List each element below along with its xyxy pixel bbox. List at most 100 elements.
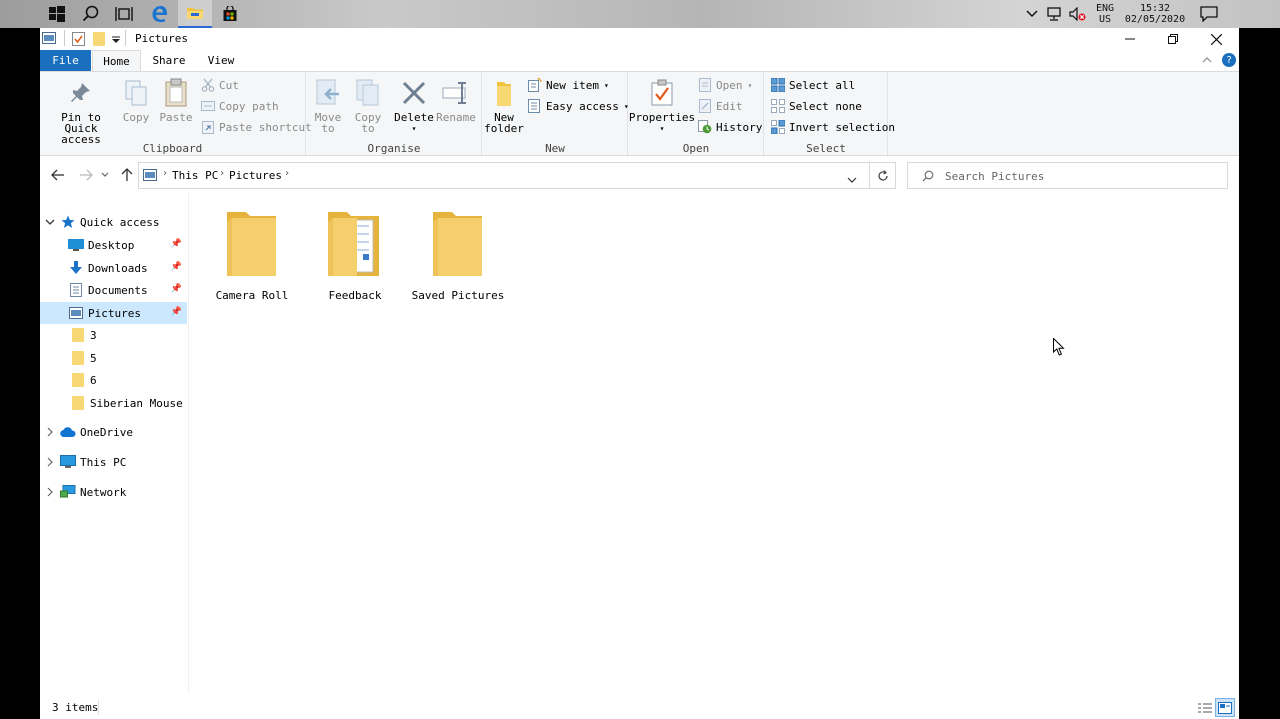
new-folder-button[interactable]: New folder [484, 76, 524, 134]
new-item-button[interactable]: New item ▾ [527, 75, 609, 95]
action-center-icon[interactable] [1196, 0, 1222, 28]
nav-item-pictures[interactable]: Pictures 📌 [40, 302, 187, 324]
properties-quick-icon[interactable] [72, 32, 85, 49]
pin-icon[interactable]: 📌 [171, 307, 182, 317]
chevron-right-icon[interactable] [40, 487, 60, 497]
pane-divider[interactable] [188, 193, 189, 693]
nav-item-folder-3[interactable]: 3 [40, 324, 187, 346]
history-button[interactable]: History [697, 117, 762, 137]
paste-shortcut-button[interactable]: Paste shortcut [200, 117, 312, 137]
chevron-right-icon[interactable] [40, 427, 60, 437]
nav-item-quick-access[interactable]: Quick access [40, 211, 187, 233]
window-icon[interactable] [42, 32, 56, 47]
nav-item-network[interactable]: Network [40, 481, 187, 503]
tab-file[interactable]: File [40, 50, 91, 71]
nav-item-siberian-mouse[interactable]: Siberian Mouse [40, 392, 187, 414]
nav-label: 3 [90, 328, 97, 342]
large-icons-view-icon[interactable] [1215, 698, 1235, 717]
easy-access-button[interactable]: Easy access ▾ [527, 96, 629, 116]
search-box[interactable]: Search Pictures [907, 162, 1228, 189]
task-view-icon[interactable] [107, 0, 141, 28]
back-arrow-icon[interactable] [48, 166, 68, 184]
search-icon[interactable] [74, 0, 108, 28]
close-button[interactable] [1194, 28, 1238, 50]
folder-camera-roll[interactable]: Camera Roll [204, 208, 300, 308]
forward-arrow-icon[interactable] [76, 166, 96, 184]
pin-icon[interactable]: 📌 [171, 284, 182, 294]
customize-toolbar-icon[interactable] [112, 34, 120, 47]
delete-dropdown-icon[interactable]: ▾ [412, 123, 417, 134]
delete-button[interactable]: Delete ▾ [394, 76, 434, 134]
move-to-icon [312, 76, 344, 110]
open-button[interactable]: Open ▾ [697, 75, 752, 95]
minimize-button[interactable] [1108, 28, 1152, 50]
help-icon[interactable]: ? [1222, 53, 1236, 67]
breadcrumb-pictures[interactable]: Pictures [229, 169, 282, 182]
edit-button[interactable]: Edit [697, 96, 743, 116]
network-tray-icon[interactable] [1044, 0, 1066, 28]
nav-item-folder-5[interactable]: 5 [40, 347, 187, 369]
select-none-button[interactable]: Select none [770, 96, 862, 116]
address-dropdown-icon[interactable] [847, 173, 857, 186]
open-dropdown-icon: ▾ [747, 80, 753, 90]
copy-path-button[interactable]: Copy path [200, 96, 279, 116]
address-bar[interactable]: › This PC › Pictures › [138, 162, 896, 189]
pin-icon[interactable]: 📌 [171, 262, 182, 272]
nav-item-documents[interactable]: Documents 📌 [40, 279, 187, 301]
nav-label: This PC [80, 455, 127, 469]
details-view-icon[interactable] [1195, 698, 1215, 717]
rename-button[interactable]: Rename [436, 76, 476, 123]
language-indicator[interactable]: ENG US [1091, 0, 1119, 28]
paste-button[interactable]: Paste [158, 76, 194, 123]
item-count: 3 items [52, 701, 99, 714]
edit-label: Edit [716, 99, 743, 113]
chevron-right-icon[interactable] [40, 457, 60, 467]
chevron-up-icon[interactable] [1022, 0, 1042, 28]
move-label-2: to [321, 122, 335, 135]
move-to-button[interactable]: Move to [313, 76, 343, 134]
chevron-down-icon[interactable] [40, 219, 60, 225]
cut-button[interactable]: Cut [200, 75, 239, 95]
file-explorer-icon[interactable] [178, 0, 212, 28]
tab-share[interactable]: Share [144, 50, 194, 71]
nav-item-folder-6[interactable]: 6 [40, 369, 187, 391]
edge-icon[interactable] [143, 0, 177, 28]
nav-item-desktop[interactable]: Desktop 📌 [40, 234, 187, 256]
recent-locations-icon[interactable] [98, 166, 112, 184]
nav-label: Desktop [88, 238, 135, 252]
tab-view[interactable]: View [196, 50, 246, 71]
breadcrumb-separator-icon[interactable]: › [219, 168, 225, 179]
navigation-row: › This PC › Pictures › Search Pictures [40, 157, 1239, 193]
up-arrow-icon[interactable] [117, 166, 137, 184]
invert-selection-button[interactable]: Invert selection [770, 117, 895, 137]
collapse-ribbon-icon[interactable] [1202, 54, 1212, 67]
breadcrumb-this-pc[interactable]: This PC [172, 169, 218, 182]
navigation-pane: Quick access Desktop 📌 Downloads 📌 Docum… [40, 210, 188, 690]
pin-quick-access-button[interactable]: Pin to Quick access [45, 76, 117, 145]
start-icon[interactable] [40, 0, 74, 28]
copy-button[interactable]: Copy [120, 76, 152, 123]
folder-icon [70, 395, 86, 411]
restore-button[interactable] [1151, 28, 1195, 50]
volume-muted-icon[interactable] [1067, 0, 1089, 28]
nav-item-downloads[interactable]: Downloads 📌 [40, 257, 187, 279]
nav-item-onedrive[interactable]: OneDrive [40, 421, 187, 443]
paste-shortcut-icon [200, 119, 216, 135]
folder-saved-pictures[interactable]: Saved Pictures [410, 208, 506, 308]
breadcrumb-separator-icon[interactable]: › [162, 168, 168, 179]
new-folder-quick-icon[interactable] [93, 32, 105, 49]
store-icon[interactable] [213, 0, 247, 28]
folder-feedback[interactable]: Feedback [307, 208, 403, 308]
copy-to-button[interactable]: Copy to [353, 76, 383, 134]
properties-button[interactable]: Properties ▾ [629, 76, 695, 134]
breadcrumb-separator-icon[interactable]: › [284, 168, 290, 179]
tab-home[interactable]: Home [92, 50, 141, 72]
properties-dropdown-icon[interactable]: ▾ [660, 123, 665, 134]
delete-icon [398, 76, 430, 110]
scissors-icon [200, 77, 216, 93]
clock[interactable]: 15:32 02/05/2020 [1122, 0, 1188, 28]
nav-item-this-pc[interactable]: This PC [40, 451, 187, 473]
select-all-button[interactable]: Select all [770, 75, 855, 95]
pin-icon[interactable]: 📌 [171, 239, 182, 249]
refresh-icon[interactable] [869, 162, 896, 189]
